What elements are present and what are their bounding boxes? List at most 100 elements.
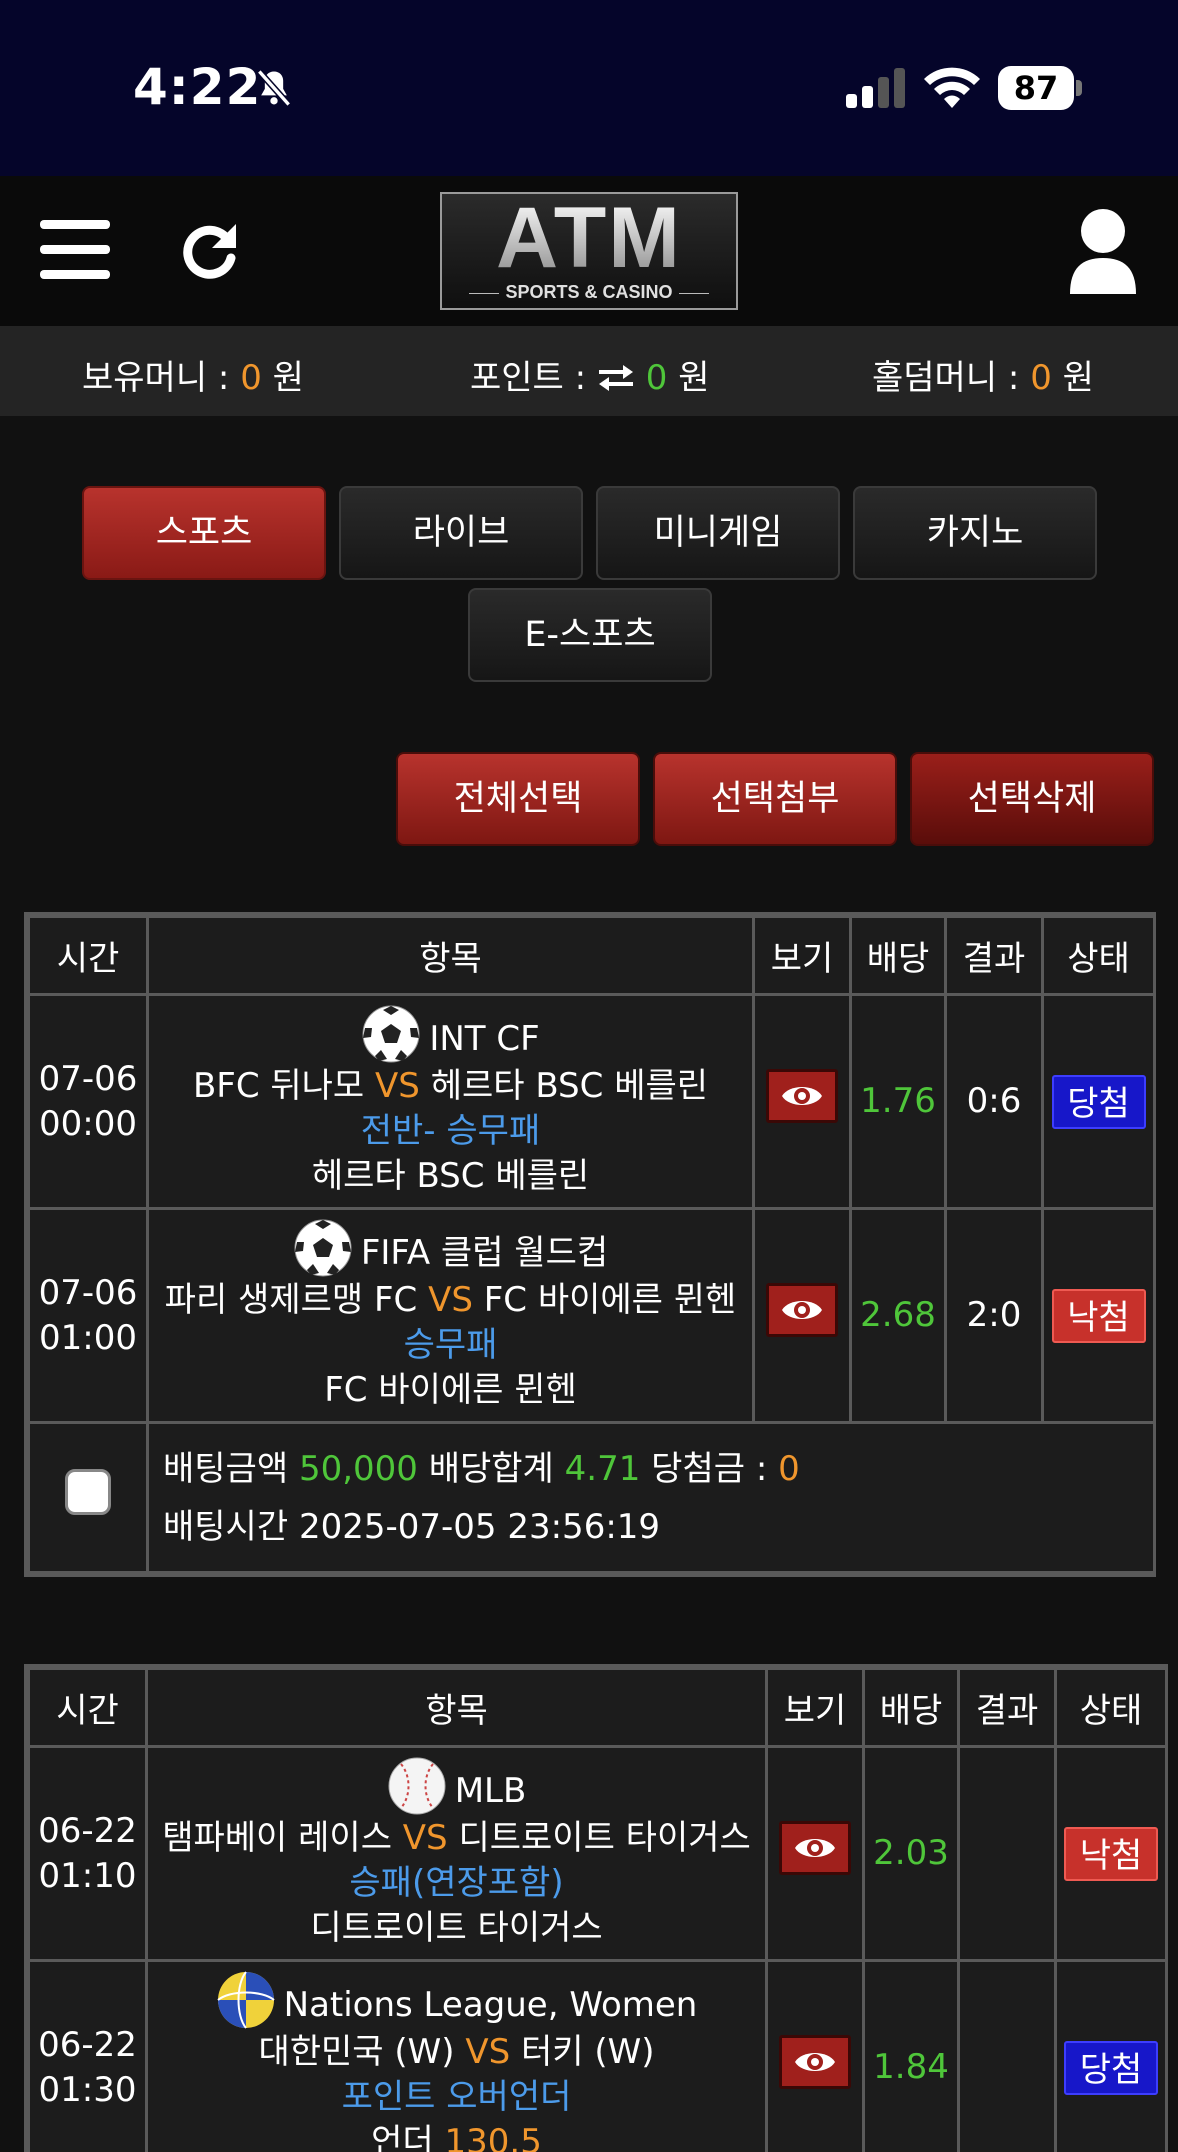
- table-row: 07-06 01:00 FIFA 클럽 월드컵 파리 생제르맹 FC VS FC …: [27, 1207, 1156, 1424]
- tab-minigame[interactable]: 미니게임: [596, 486, 840, 580]
- holding-money: 보유머니 : 0 원: [82, 358, 304, 398]
- odds-value: 1.84: [862, 1959, 960, 2152]
- status-badge: 당첨: [1064, 2040, 1158, 2095]
- odds-value: 2.03: [862, 1745, 960, 1962]
- away-team: 헤르타 BSC 베를린: [430, 1066, 709, 1106]
- market-type: 포인트 오버언더: [341, 2077, 572, 2117]
- volleyball-icon: [217, 1971, 275, 2029]
- league-name: Nations League, Women: [283, 1985, 698, 2025]
- market-type: 승패(연장포함): [349, 1863, 564, 1903]
- baseball-icon: [388, 1757, 446, 1815]
- col-status: 상태: [1054, 1667, 1168, 1748]
- bet-amount: 50,000: [298, 1448, 418, 1489]
- col-item: 항목: [145, 1667, 768, 1748]
- league-name: INT CF: [429, 1019, 540, 1059]
- view-button[interactable]: [779, 2034, 851, 2089]
- status-badge: 낙첨: [1051, 1288, 1146, 1343]
- logo-main-text: ATM: [442, 194, 736, 282]
- status-badge: 당첨: [1051, 1074, 1146, 1129]
- status-badge: 낙첨: [1064, 1826, 1158, 1881]
- bet-item: FIFA 클럽 월드컵 파리 생제르맹 FC VS FC 바이에른 뮌헨 승무패…: [146, 1207, 755, 1424]
- soccer-ball-icon: [362, 1005, 420, 1063]
- app-header: ATM SPORTS & CASINO: [0, 176, 1178, 326]
- eye-icon: [795, 1838, 835, 1857]
- points-value: 0: [645, 358, 668, 398]
- result-score: 0:6: [944, 993, 1044, 1210]
- col-item: 항목: [146, 915, 755, 996]
- user-icon[interactable]: [1068, 206, 1138, 296]
- view-button[interactable]: [766, 1282, 838, 1337]
- table-row: 06-22 01:30 Nations League, Women 대한민국 (W…: [27, 1959, 1168, 2152]
- home-team: BFC 뒤나모: [192, 1066, 365, 1106]
- battery-level: 87: [998, 66, 1074, 110]
- col-view: 보기: [765, 1667, 865, 1748]
- away-team: 터키 (W): [521, 2032, 655, 2072]
- bet-time: 07-06 00:00: [27, 993, 149, 1210]
- bet-item: INT CF BFC 뒤나모 VS 헤르타 BSC 베를린 전반- 승무패 헤르…: [146, 993, 755, 1210]
- hamburger-menu-icon[interactable]: [40, 220, 110, 280]
- result-score: 2:0: [944, 1207, 1044, 1424]
- holdem-money: 홀덤머니 : 0 원: [872, 358, 1094, 398]
- home-team: 탬파베이 레이스: [162, 1818, 392, 1858]
- col-result: 결과: [957, 1667, 1057, 1748]
- tab-esports[interactable]: E-스포츠: [468, 588, 712, 682]
- wifi-icon: [924, 67, 980, 108]
- col-status: 상태: [1041, 915, 1156, 996]
- holdem-money-value: 0: [1030, 358, 1052, 398]
- eye-icon: [782, 1300, 822, 1319]
- market-type: 승무패: [403, 1325, 498, 1365]
- home-team: 파리 생제르맹 FC: [164, 1280, 418, 1320]
- bet-slip: 시간 항목 보기 배당 결과 상태 07-06 00:00 INT CF BFC …: [24, 912, 1156, 1577]
- eye-icon: [782, 1086, 822, 1105]
- tab-sports[interactable]: 스포츠: [82, 486, 326, 580]
- view-button[interactable]: [766, 1068, 838, 1123]
- delete-selected-button[interactable]: 선택삭제: [910, 752, 1154, 846]
- result-score: [957, 1745, 1057, 1962]
- odds-value: 2.68: [849, 1207, 947, 1424]
- bet-time: 06-22 01:10: [27, 1745, 148, 1962]
- home-team: 대한민국 (W): [258, 2032, 455, 2072]
- points: 포인트 : 0 원: [470, 358, 710, 398]
- logo-sub-text: SPORTS & CASINO: [442, 282, 736, 302]
- bet-pick: 헤르타 BSC 베를린: [311, 1156, 590, 1196]
- select-all-button[interactable]: 전체선택: [396, 752, 640, 846]
- col-time: 시간: [27, 915, 149, 996]
- bet-item: Nations League, Women 대한민국 (W) VS 터키 (W)…: [145, 1959, 768, 2152]
- bet-pick: FC 바이에른 뮌헨: [324, 1370, 577, 1410]
- bet-pick: 언더 130.5: [150, 2120, 763, 2152]
- atm-logo[interactable]: ATM SPORTS & CASINO: [440, 192, 738, 310]
- odds-value: 1.76: [849, 993, 947, 1210]
- bet-select-checkbox[interactable]: [65, 1468, 111, 1515]
- refresh-icon[interactable]: [176, 218, 242, 284]
- cellular-signal-icon: [846, 68, 905, 108]
- bet-time: 06-22 01:30: [27, 1959, 148, 2152]
- bet-summary: 배팅금액 50,000 배당합계 4.71 당첨금 : 0 배팅시간 2025-…: [146, 1421, 1156, 1574]
- bet-datetime: 2025-07-05 23:56:19: [298, 1506, 661, 1547]
- bet-summary-row: 배팅금액 50,000 배당합계 4.71 당첨금 : 0 배팅시간 2025-…: [27, 1421, 1156, 1574]
- status-bar: 4:22 87: [0, 0, 1178, 176]
- away-team: 디트로이트 타이거스: [458, 1818, 751, 1858]
- soccer-ball-icon: [294, 1219, 352, 1277]
- holding-money-value: 0: [240, 358, 262, 398]
- table-row: 06-22 01:10 MLB 탬파베이 레이스 VS 디트로이트 타이거스 승패…: [27, 1745, 1168, 1962]
- view-button[interactable]: [779, 1820, 851, 1875]
- table-header-row: 시간 항목 보기 배당 결과 상태: [27, 915, 1156, 996]
- col-view: 보기: [752, 915, 852, 996]
- battery-icon: 87: [998, 66, 1082, 110]
- tab-casino[interactable]: 카지노: [853, 486, 1097, 580]
- market-type: 전반- 승무패: [360, 1111, 541, 1151]
- league-name: FIFA 클럽 월드컵: [360, 1233, 609, 1273]
- league-name: MLB: [454, 1771, 527, 1811]
- eye-icon: [795, 2052, 835, 2071]
- bet-item: MLB 탬파베이 레이스 VS 디트로이트 타이거스 승패(연장포함) 디트로이…: [145, 1745, 768, 1962]
- total-odds: 4.71: [564, 1448, 641, 1489]
- attach-selected-button[interactable]: 선택첨부: [653, 752, 897, 846]
- exchange-arrows-icon[interactable]: [597, 363, 635, 393]
- status-time: 4:22: [133, 58, 262, 116]
- win-amount: 0: [778, 1448, 800, 1489]
- bell-slash-icon: [256, 69, 292, 107]
- bet-time: 07-06 01:00: [27, 1207, 149, 1424]
- col-time: 시간: [27, 1667, 148, 1748]
- tab-live[interactable]: 라이브: [339, 486, 583, 580]
- col-odds: 배당: [849, 915, 947, 996]
